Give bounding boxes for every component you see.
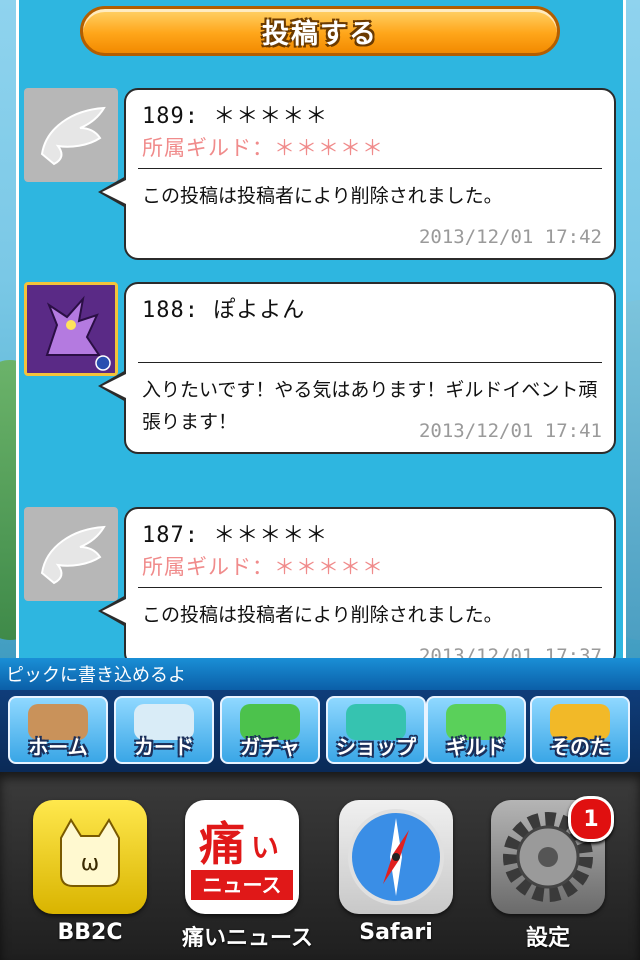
post-date: 2013/12/01 17:42 <box>418 226 602 248</box>
app-settings[interactable]: 1 設定 <box>488 796 614 952</box>
safari-compass-icon <box>339 800 453 914</box>
nav-label: ショップ <box>336 735 416 759</box>
itai-glyph-sub: い <box>251 831 280 864</box>
ios-multitask-dock: ω BB2C 痛 い ニュース 痛いニュース Safari 1 設定 <box>0 772 640 960</box>
nav-label: ガチャ <box>240 735 300 759</box>
app-name: 設定 <box>525 926 570 951</box>
game-nav-bar: ホーム カード ガチャ ショップ ギルド そのた <box>0 690 640 772</box>
info-ticker: ピックに書き込めるよ <box>0 658 640 690</box>
nav-label: ホーム <box>28 735 88 759</box>
post-guild: 所属ギルド：＊＊＊＊＊ <box>142 555 384 579</box>
post-guild: 所属ギルド：＊＊＊＊＊ <box>142 136 384 160</box>
app-safari[interactable]: Safari <box>336 800 456 945</box>
dragon-icon <box>27 285 115 373</box>
nav-gacha[interactable]: ガチャ <box>220 696 320 764</box>
post-number-name: 189: ＊＊＊＊＊ <box>142 104 329 129</box>
nav-label: ギルド <box>446 735 506 759</box>
post-number-name: 188: ぽよよん <box>142 298 306 323</box>
itai-news-band: ニュース <box>191 870 293 900</box>
post-bubble: 187: ＊＊＊＊＊ 所属ギルド：＊＊＊＊＊ この投稿は投稿者により削除されまし… <box>98 507 616 667</box>
nav-other[interactable]: そのた <box>530 696 630 764</box>
post-bubble: 188: ぽよよん 入りたいです！やる気はあります！ギルドイベント頑張ります！ … <box>98 282 616 454</box>
divider <box>138 587 602 588</box>
app-itai-news[interactable]: 痛 い ニュース 痛いニュース <box>182 800 313 952</box>
divider <box>138 168 602 169</box>
nav-cards[interactable]: カード <box>114 696 214 764</box>
dragon-card-avatar[interactable] <box>24 282 118 376</box>
ticker-text: ピックに書き込めるよ <box>6 665 186 686</box>
nav-label: そのた <box>550 735 610 759</box>
app-name: 痛いニュース <box>182 926 313 951</box>
nav-guild[interactable]: ギルド <box>426 696 526 764</box>
post-number-name: 187: ＊＊＊＊＊ <box>142 523 329 548</box>
default-wing-avatar[interactable] <box>24 88 118 182</box>
itai-news-icon: 痛 い ニュース <box>185 800 299 914</box>
svg-text:ω: ω <box>81 851 99 876</box>
default-wing-avatar[interactable] <box>24 507 118 601</box>
nav-label: カード <box>134 735 194 759</box>
post-body: この投稿は投稿者により削除されました。 <box>142 604 503 626</box>
wing-icon <box>40 106 106 166</box>
itai-glyph: 痛 <box>199 817 245 871</box>
app-bb2c[interactable]: ω BB2C <box>30 800 150 945</box>
nav-home[interactable]: ホーム <box>8 696 108 764</box>
wing-icon <box>40 525 106 585</box>
post-bubble: 189: ＊＊＊＊＊ 所属ギルド：＊＊＊＊＊ この投稿は投稿者により削除されまし… <box>98 88 616 260</box>
notification-badge: 1 <box>568 796 614 842</box>
app-name: Safari <box>359 920 433 945</box>
post-button[interactable]: 投稿する <box>80 6 560 56</box>
post-body: この投稿は投稿者により削除されました。 <box>142 185 503 207</box>
bb2c-cat-icon: ω <box>33 800 147 914</box>
divider <box>138 362 602 363</box>
post-button-label: 投稿する <box>262 18 378 50</box>
nav-shop[interactable]: ショップ <box>326 696 426 764</box>
post-date: 2013/12/01 17:41 <box>418 420 602 442</box>
app-name: BB2C <box>57 920 123 945</box>
